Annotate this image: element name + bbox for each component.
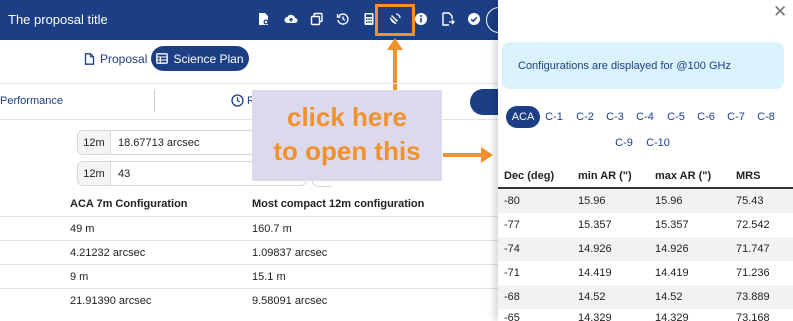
- table-cell: 14.329: [655, 312, 689, 321]
- table-cell: 14.419: [655, 267, 689, 279]
- config-tab-c3[interactable]: C-3: [604, 106, 626, 128]
- configurations-panel: ✕ Configurations are displayed for @100 …: [498, 0, 793, 321]
- table-row: 4.21232 arcsec 1.09837 arcsec: [0, 240, 498, 264]
- table-cell: -68: [504, 291, 520, 303]
- count-value: 43: [118, 167, 131, 180]
- document-icon: [84, 53, 95, 65]
- table-row: 49 m 160.7 m: [0, 216, 498, 240]
- file-settings-icon[interactable]: [257, 12, 271, 26]
- table-cell: 9 m: [70, 271, 89, 283]
- proposal-title: The proposal title: [8, 12, 108, 27]
- table-cell: 1.09837 arcsec: [252, 247, 328, 259]
- column-header: max AR ("): [655, 170, 712, 182]
- arrow-right-shaft: [443, 153, 483, 157]
- table-row: 9 m 15.1 m: [0, 264, 498, 288]
- config-tab-c10[interactable]: C-10: [644, 132, 672, 154]
- arrow-right-head: [481, 147, 493, 163]
- divider: [154, 90, 155, 112]
- table-cell: 14.52: [578, 291, 606, 303]
- table-cell: 21.91390 arcsec: [70, 295, 152, 307]
- count-unit: 12m: [78, 162, 111, 185]
- table-cell: 71.236: [736, 267, 770, 279]
- history-icon[interactable]: [336, 12, 350, 26]
- highlight-box: [375, 4, 415, 36]
- annotation-callout: click here to open this: [252, 90, 442, 181]
- cloud-upload-icon[interactable]: [284, 12, 298, 26]
- table-row: -80 15.96 15.96 75.43: [498, 189, 793, 213]
- column-header: Dec (deg): [504, 170, 555, 182]
- calculator-icon[interactable]: [362, 12, 376, 26]
- table-cell: 15.357: [578, 219, 612, 231]
- info-alert-text: Configurations are displayed for @100 GH…: [518, 59, 731, 72]
- table-cell: 160.7 m: [252, 223, 292, 235]
- divider: [0, 83, 498, 84]
- annotation-line-2: to open this: [273, 136, 421, 166]
- column-header: MRS: [736, 170, 761, 182]
- clock-icon: [231, 94, 244, 107]
- tab-proposal-label: Proposal: [100, 52, 148, 66]
- table-row: -74 14.926 14.926 71.747: [498, 237, 793, 261]
- table-cell: 4.21232 arcsec: [70, 247, 146, 259]
- table-cell: 14.329: [578, 312, 612, 321]
- annotation-line-1: click here: [287, 102, 407, 132]
- table-cell: 15.96: [655, 195, 683, 207]
- info-icon[interactable]: [414, 12, 428, 26]
- table-cell: 15.96: [578, 195, 606, 207]
- arrow-up-shaft: [393, 48, 397, 96]
- file-export-icon[interactable]: [441, 12, 455, 26]
- table-cell: 73.889: [736, 291, 770, 303]
- table-cell: -65: [504, 312, 520, 321]
- column-header: min AR ("): [578, 170, 632, 182]
- check-circle-icon[interactable]: [467, 12, 481, 26]
- table-cell: 14.926: [578, 243, 612, 255]
- config-tab-c5[interactable]: C-5: [665, 106, 687, 128]
- table-cell: 14.419: [578, 267, 612, 279]
- table-cell: 14.52: [655, 291, 683, 303]
- config-tab-c2[interactable]: C-2: [574, 106, 596, 128]
- config-tab-c1[interactable]: C-1: [543, 106, 565, 128]
- table-cell: 9.58091 arcsec: [252, 295, 328, 307]
- table-cell: -80: [504, 195, 520, 207]
- config-tab-c6[interactable]: C-6: [695, 106, 717, 128]
- table-cell: 15.357: [655, 219, 689, 231]
- resolution-unit: 12m: [78, 131, 111, 154]
- subnav-performance[interactable]: Performance: [0, 95, 63, 107]
- config-tab-c4[interactable]: C-4: [634, 106, 656, 128]
- table-row: 21.91390 arcsec 9.58091 arcsec: [0, 288, 498, 312]
- tab-science-plan[interactable]: Science Plan: [151, 46, 249, 71]
- close-icon[interactable]: ✕: [773, 3, 787, 20]
- table-cell: 75.43: [736, 195, 764, 207]
- table-row: -77 15.357 15.357 72.542: [498, 213, 793, 237]
- resolution-value: 18.67713 arcsec: [118, 136, 200, 149]
- table-row: -71 14.419 14.419 71.236: [498, 261, 793, 285]
- config-tab-c7[interactable]: C-7: [725, 106, 747, 128]
- table-cell: -71: [504, 267, 520, 279]
- table-cell: 73.168: [736, 312, 770, 321]
- copy-icon[interactable]: [310, 12, 324, 26]
- table-icon: [156, 53, 169, 64]
- table-cell: -74: [504, 243, 520, 255]
- table-row: -65 14.329 14.329 73.168: [498, 309, 793, 321]
- config-tab-aca[interactable]: ACA: [506, 106, 540, 128]
- table-cell: 49 m: [70, 223, 95, 235]
- tab-proposal[interactable]: Proposal: [84, 49, 147, 69]
- column-header: ACA 7m Configuration: [70, 198, 188, 210]
- table-cell: 15.1 m: [252, 271, 286, 283]
- top-app-bar: The proposal title: [0, 0, 512, 40]
- column-header: Most compact 12m configuration: [252, 198, 425, 210]
- table-cell: 14.926: [655, 243, 689, 255]
- info-alert: Configurations are displayed for @100 GH…: [502, 42, 784, 89]
- table-row: -68 14.52 14.52 73.889: [498, 285, 793, 309]
- tab-science-plan-label: Science Plan: [173, 51, 244, 66]
- table-cell: 72.542: [736, 219, 770, 231]
- table-cell: 71.747: [736, 243, 770, 255]
- config-tab-c8[interactable]: C-8: [755, 106, 777, 128]
- table-cell: -77: [504, 219, 520, 231]
- config-tab-c9[interactable]: C-9: [613, 132, 635, 154]
